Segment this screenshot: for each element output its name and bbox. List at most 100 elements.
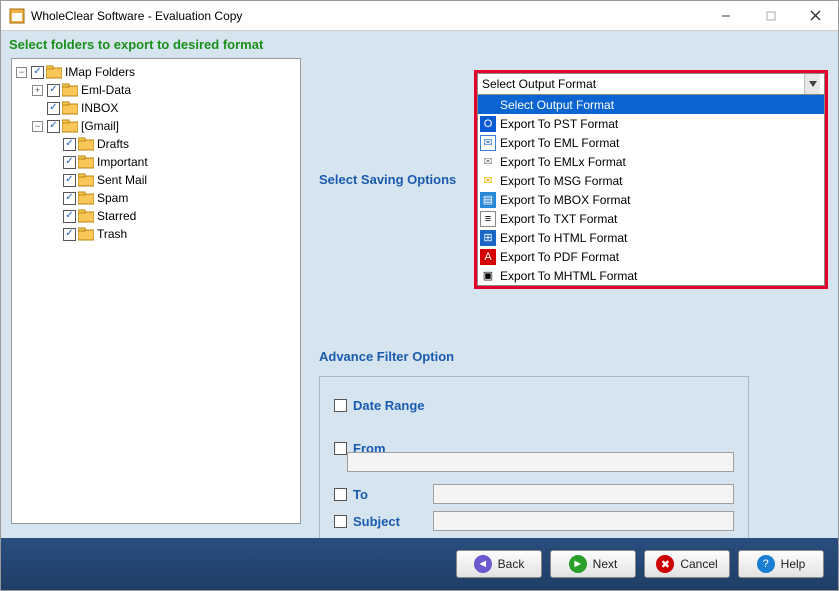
pdf-icon: A xyxy=(480,249,496,265)
tree-node-root[interactable]: − ✓ IMap Folders + ✓ Eml-Data xyxy=(16,63,296,243)
checkbox-checked-icon[interactable]: ✓ xyxy=(63,156,76,169)
folder-icon xyxy=(78,227,94,241)
tree-label: [Gmail] xyxy=(81,117,119,135)
page-instruction: Select folders to export to desired form… xyxy=(1,31,838,58)
dropdown-selected-text: Select Output Format xyxy=(482,77,596,91)
dropdown-option[interactable]: ✉Export To EMLx Format xyxy=(478,152,824,171)
date-range-label: Date Range xyxy=(353,398,433,413)
tree-node[interactable]: ✓Drafts xyxy=(48,135,296,153)
maximize-button[interactable] xyxy=(748,1,793,30)
emlx-icon: ✉ xyxy=(480,154,496,170)
next-button[interactable]: ►Next xyxy=(550,550,636,578)
saving-options-label: Select Saving Options xyxy=(319,172,474,187)
dropdown-list: Select Output Format OExport To PST Form… xyxy=(477,95,825,286)
checkbox-checked-icon[interactable]: ✓ xyxy=(63,228,76,241)
dropdown-option[interactable]: OExport To PST Format xyxy=(478,114,824,133)
tree-node[interactable]: ✓ Important xyxy=(48,153,296,171)
app-icon xyxy=(9,8,25,24)
tree-label: IMap Folders xyxy=(65,63,135,81)
close-button[interactable] xyxy=(793,1,838,30)
dropdown-option[interactable]: ▤Export To MBOX Format xyxy=(478,190,824,209)
checkbox-checked-icon[interactable]: ✓ xyxy=(63,138,76,151)
folder-icon xyxy=(62,119,78,133)
folder-icon xyxy=(62,83,78,97)
cancel-icon: ✖ xyxy=(656,555,674,573)
dropdown-option[interactable]: ✉Export To EML Format xyxy=(478,133,824,152)
back-button[interactable]: ◄Back xyxy=(456,550,542,578)
from-checkbox[interactable] xyxy=(334,442,347,455)
subject-input[interactable] xyxy=(433,511,734,531)
expand-icon[interactable]: + xyxy=(32,85,43,96)
txt-icon: ≡ xyxy=(480,211,496,227)
from-input[interactable] xyxy=(347,452,734,472)
folder-tree-panel: − ✓ IMap Folders + ✓ Eml-Data xyxy=(11,58,301,524)
tree-node[interactable]: ✓ Spam xyxy=(48,189,296,207)
tree-label: Trash xyxy=(97,225,127,243)
dropdown-option[interactable]: ▣Export To MHTML Format xyxy=(478,266,824,285)
spacer xyxy=(32,103,43,114)
collapse-icon[interactable]: − xyxy=(16,67,27,78)
options-panel: Select Saving Options Select Output Form… xyxy=(319,58,828,538)
subject-checkbox[interactable] xyxy=(334,515,347,528)
dropdown-option[interactable]: ≡Export To TXT Format xyxy=(478,209,824,228)
next-icon: ► xyxy=(569,555,587,573)
folder-icon xyxy=(78,191,94,205)
footer-bar: ◄Back ►Next ✖Cancel ?Help xyxy=(1,538,838,590)
folder-icon xyxy=(78,155,94,169)
dropdown-option[interactable]: ✉Export To MSG Format xyxy=(478,171,824,190)
titlebar: WholeClear Software - Evaluation Copy xyxy=(1,1,838,31)
html-icon: ⊞ xyxy=(480,230,496,246)
window-title: WholeClear Software - Evaluation Copy xyxy=(31,9,703,23)
tree-label: Starred xyxy=(97,207,136,225)
folder-icon xyxy=(78,173,94,187)
folder-icon xyxy=(62,101,78,115)
dropdown-option[interactable]: Select Output Format xyxy=(478,95,824,114)
checkbox-checked-icon[interactable]: ✓ xyxy=(47,84,60,97)
pst-icon: O xyxy=(480,116,496,132)
help-icon: ? xyxy=(757,555,775,573)
tree-node[interactable]: − ✓ [Gmail] ✓Drafts ✓ Important ✓Sent Mai… xyxy=(32,117,296,243)
checkbox-checked-icon[interactable]: ✓ xyxy=(31,66,44,79)
date-range-checkbox[interactable] xyxy=(334,399,347,412)
checkbox-checked-icon[interactable]: ✓ xyxy=(63,192,76,205)
back-icon: ◄ xyxy=(474,555,492,573)
dropdown-option[interactable]: AExport To PDF Format xyxy=(478,247,824,266)
checkbox-checked-icon[interactable]: ✓ xyxy=(47,120,60,133)
folder-icon xyxy=(78,209,94,223)
to-checkbox[interactable] xyxy=(334,488,347,501)
tree-node[interactable]: ✓ Starred xyxy=(48,207,296,225)
tree-label: INBOX xyxy=(81,99,118,117)
mbox-icon: ▤ xyxy=(480,192,496,208)
checkbox-checked-icon[interactable]: ✓ xyxy=(63,210,76,223)
filter-box: Date Range From To Subject xyxy=(319,376,749,538)
tree-node[interactable]: ✓Sent Mail xyxy=(48,171,296,189)
highlight-box: Select Output Format Select Output Forma… xyxy=(474,70,828,289)
mhtml-icon: ▣ xyxy=(480,268,496,284)
subject-label: Subject xyxy=(353,514,433,529)
tree-node[interactable]: + ✓ Eml-Data xyxy=(32,81,296,99)
tree-label: Eml-Data xyxy=(81,81,131,99)
cancel-button[interactable]: ✖Cancel xyxy=(644,550,730,578)
folder-icon xyxy=(78,137,94,151)
blank-icon xyxy=(480,97,496,113)
eml-icon: ✉ xyxy=(480,135,496,151)
chevron-down-icon[interactable] xyxy=(804,74,820,94)
tree-node[interactable]: ✓ INBOX xyxy=(32,99,296,117)
checkbox-checked-icon[interactable]: ✓ xyxy=(47,102,60,115)
tree-label: Spam xyxy=(97,189,128,207)
msg-icon: ✉ xyxy=(480,173,496,189)
output-format-dropdown[interactable]: Select Output Format xyxy=(477,73,825,95)
collapse-icon[interactable]: − xyxy=(32,121,43,132)
minimize-button[interactable] xyxy=(703,1,748,30)
app-window: WholeClear Software - Evaluation Copy Se… xyxy=(0,0,839,591)
dropdown-option[interactable]: ⊞Export To HTML Format xyxy=(478,228,824,247)
to-label: To xyxy=(353,487,433,502)
folder-tree: − ✓ IMap Folders + ✓ Eml-Data xyxy=(16,63,296,243)
tree-node[interactable]: ✓ Trash xyxy=(48,225,296,243)
folder-icon xyxy=(46,65,62,79)
help-button[interactable]: ?Help xyxy=(738,550,824,578)
to-input[interactable] xyxy=(433,484,734,504)
checkbox-checked-icon[interactable]: ✓ xyxy=(63,174,76,187)
content-area: − ✓ IMap Folders + ✓ Eml-Data xyxy=(1,58,838,538)
tree-label: Important xyxy=(97,153,148,171)
